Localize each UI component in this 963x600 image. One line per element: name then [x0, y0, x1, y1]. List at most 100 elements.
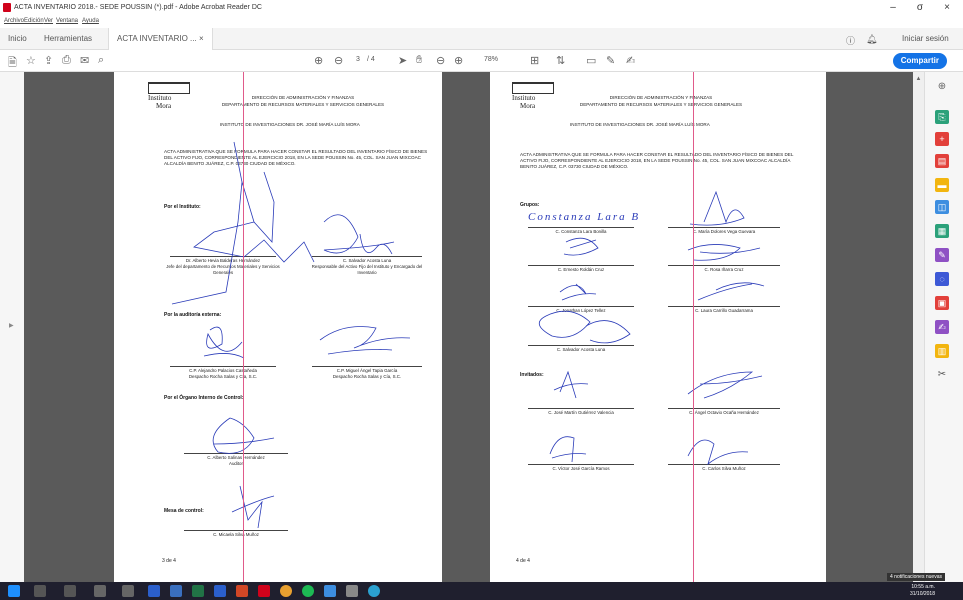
- zoom-search-icon[interactable]: ⊕: [935, 80, 949, 94]
- organize-pages-icon[interactable]: ▤: [935, 154, 949, 168]
- signature-palacios: [203, 326, 245, 359]
- page-up-icon[interactable]: ⊕: [314, 54, 323, 67]
- sign-icon[interactable]: ✍︎: [626, 54, 635, 67]
- search-icon[interactable]: [64, 585, 76, 597]
- combine-files-icon[interactable]: ◫: [935, 200, 949, 214]
- signature-vega: [689, 190, 745, 226]
- signin-link[interactable]: Iniciar sesión: [902, 34, 949, 43]
- tab-herramientas[interactable]: Herramientas: [44, 34, 92, 43]
- print-icon[interactable]: ⎙: [62, 54, 71, 67]
- help-icon[interactable]: ⓘ: [846, 34, 855, 47]
- signature-inarra: [687, 244, 761, 261]
- signature-gutierrez: [553, 370, 589, 399]
- acrobat-icon[interactable]: [258, 585, 270, 597]
- handwritten-signatures: [171, 141, 411, 529]
- task-view-icon[interactable]: [122, 585, 134, 597]
- word-icon[interactable]: [148, 585, 160, 597]
- back-icon[interactable]: [34, 585, 46, 597]
- powerpoint-icon[interactable]: [236, 585, 248, 597]
- signature-acosta-2: [538, 310, 631, 344]
- maximize-button[interactable]: σ: [910, 2, 930, 13]
- menu-ventana[interactable]: Ventana: [56, 18, 78, 24]
- page-marker-line: [693, 72, 694, 582]
- upload-icon[interactable]: ⇪: [44, 54, 53, 67]
- pdf-page-3: Instituto Mora DIRECCIÓN DE ADMINISTRACI…: [114, 72, 442, 582]
- protect-icon[interactable]: ◌: [935, 272, 949, 286]
- excel-icon[interactable]: [192, 585, 204, 597]
- tools-pane: ⊕ ⎘ + ▤ ▬ ◫ ▦ ✎ ◌ ▣ ✍︎ ▥ ✂: [924, 72, 963, 582]
- menu-archivo[interactable]: Archivo: [4, 18, 24, 24]
- more-tools-icon[interactable]: ✂: [935, 368, 949, 382]
- create-pdf-icon[interactable]: +: [935, 132, 949, 146]
- signature-ocana: [687, 371, 763, 399]
- signature-silva: [231, 485, 275, 529]
- title-bar: ACTA INVENTARIO 2018.- SEDE POUSSIN (*).…: [0, 0, 963, 16]
- left-nav-panel: ▶: [0, 72, 24, 582]
- pdf-page-4: Instituto Mora DIRECCIÓN DE ADMINISTRACI…: [490, 72, 826, 582]
- cortana-icon[interactable]: [94, 585, 106, 597]
- clock-time: 10:55 a.m.: [911, 584, 935, 590]
- signature-acosta: [323, 214, 395, 255]
- minimize-button[interactable]: –: [883, 2, 903, 13]
- app-icon[interactable]: [324, 585, 336, 597]
- menu-ayuda[interactable]: Ayuda: [82, 18, 99, 24]
- page-total: / 4: [367, 56, 375, 63]
- system-clock[interactable]: 10:55 a.m. 31/10/2018: [910, 584, 935, 598]
- menu-edicion[interactable]: Edición: [24, 18, 44, 24]
- spotify-icon[interactable]: [302, 585, 314, 597]
- share-label: Compartir: [900, 56, 939, 65]
- scroll-mode-icon[interactable]: ⇅: [556, 54, 565, 67]
- expand-panel-icon[interactable]: ▶: [9, 322, 14, 329]
- scroll-up-icon[interactable]: ▲: [914, 76, 923, 82]
- fit-page-icon[interactable]: ⊞: [530, 54, 539, 67]
- tab-inicio[interactable]: Inicio: [8, 34, 27, 43]
- share-button[interactable]: Compartir: [892, 53, 947, 69]
- tab-document[interactable]: ACTA INVENTARIO ... ×: [108, 28, 213, 50]
- pen-icon[interactable]: ✎: [606, 54, 615, 67]
- mail-icon[interactable]: [346, 585, 358, 597]
- start-icon[interactable]: [8, 585, 20, 597]
- zoom-level-select[interactable]: 78%: [484, 56, 498, 63]
- clock-date: 31/10/2018: [909, 591, 935, 597]
- compare-icon[interactable]: ▥: [935, 344, 949, 358]
- hand-tool-icon[interactable]: ✋︎: [416, 54, 422, 67]
- vertical-scrollbar[interactable]: ▲: [913, 72, 924, 582]
- bell-icon[interactable]: 🔔︎: [866, 34, 877, 45]
- signature-garcia: [549, 436, 587, 463]
- export-pdf-icon[interactable]: ⎘: [935, 110, 949, 124]
- pdf-app-icon: [3, 3, 11, 12]
- chrome-icon[interactable]: [280, 585, 292, 597]
- star-icon[interactable]: ☆: [26, 54, 36, 67]
- page-down-icon[interactable]: ⊖: [334, 54, 343, 67]
- notification-toast[interactable]: 4 notificaciones nuevas: [887, 573, 945, 581]
- edit-pdf-icon[interactable]: ▦: [935, 224, 949, 238]
- outlook-icon[interactable]: [214, 585, 226, 597]
- save-icon[interactable]: 🗎︎: [8, 54, 17, 73]
- tab-bar: Inicio Herramientas ACTA INVENTARIO ... …: [0, 28, 963, 50]
- email-icon[interactable]: ✉: [80, 54, 89, 67]
- comment-tool-icon[interactable]: ▬: [935, 178, 949, 192]
- page-marker-line: [243, 72, 244, 582]
- select-tool-icon[interactable]: ➤: [398, 54, 407, 67]
- signature-carrillo: [697, 282, 765, 301]
- folder-icon[interactable]: [170, 585, 182, 597]
- signature-tapia: [319, 326, 411, 355]
- skype-icon[interactable]: [368, 585, 380, 597]
- page-current-input[interactable]: 3: [356, 56, 360, 63]
- zoom-in-icon[interactable]: ⊕: [454, 54, 463, 67]
- search-icon[interactable]: ⌕: [98, 54, 104, 67]
- comment-icon[interactable]: ▭: [586, 54, 596, 67]
- send-sign-icon[interactable]: ✍︎: [935, 320, 949, 334]
- menu-bar: Archivo Edición Ver Ventana Ayuda: [0, 16, 963, 28]
- windows-taskbar: 10:55 a.m. 31/10/2018: [0, 582, 963, 600]
- zoom-out-icon[interactable]: ⊖: [436, 54, 445, 67]
- scan-icon[interactable]: ▣: [935, 296, 949, 310]
- toolbar: 🗎︎ ☆ ⇪ ⎙ ✉ ⌕ ⊕ ⊖ 3 / 4 ➤ ✋︎ ⊖ ⊕ 78% ⊞ ⇅ …: [0, 50, 963, 72]
- close-button[interactable]: ×: [937, 2, 957, 13]
- handwritten-signatures: [538, 190, 765, 466]
- fill-sign-icon[interactable]: ✎: [935, 248, 949, 262]
- signature-silva-2: [687, 439, 749, 466]
- signature-roldan: [563, 237, 599, 256]
- window-title: ACTA INVENTARIO 2018.- SEDE POUSSIN (*).…: [14, 4, 262, 11]
- menu-ver[interactable]: Ver: [44, 18, 53, 24]
